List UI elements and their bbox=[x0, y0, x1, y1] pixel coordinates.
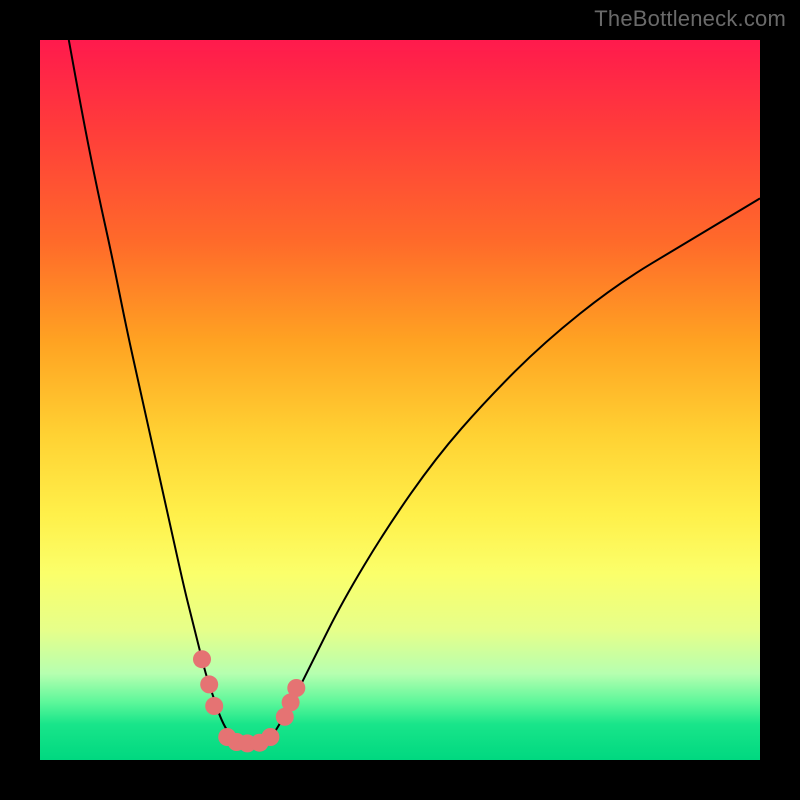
curve-marker bbox=[287, 679, 305, 697]
curve-markers bbox=[193, 650, 305, 752]
curve-marker bbox=[193, 650, 211, 668]
watermark-text: TheBottleneck.com bbox=[594, 6, 786, 32]
chart-overlay bbox=[40, 40, 760, 760]
curve-marker bbox=[261, 728, 279, 746]
chart-frame: TheBottleneck.com bbox=[0, 0, 800, 800]
curve-marker bbox=[200, 675, 218, 693]
plot-area bbox=[40, 40, 760, 760]
bottleneck-curve bbox=[69, 40, 760, 746]
curve-marker bbox=[205, 697, 223, 715]
